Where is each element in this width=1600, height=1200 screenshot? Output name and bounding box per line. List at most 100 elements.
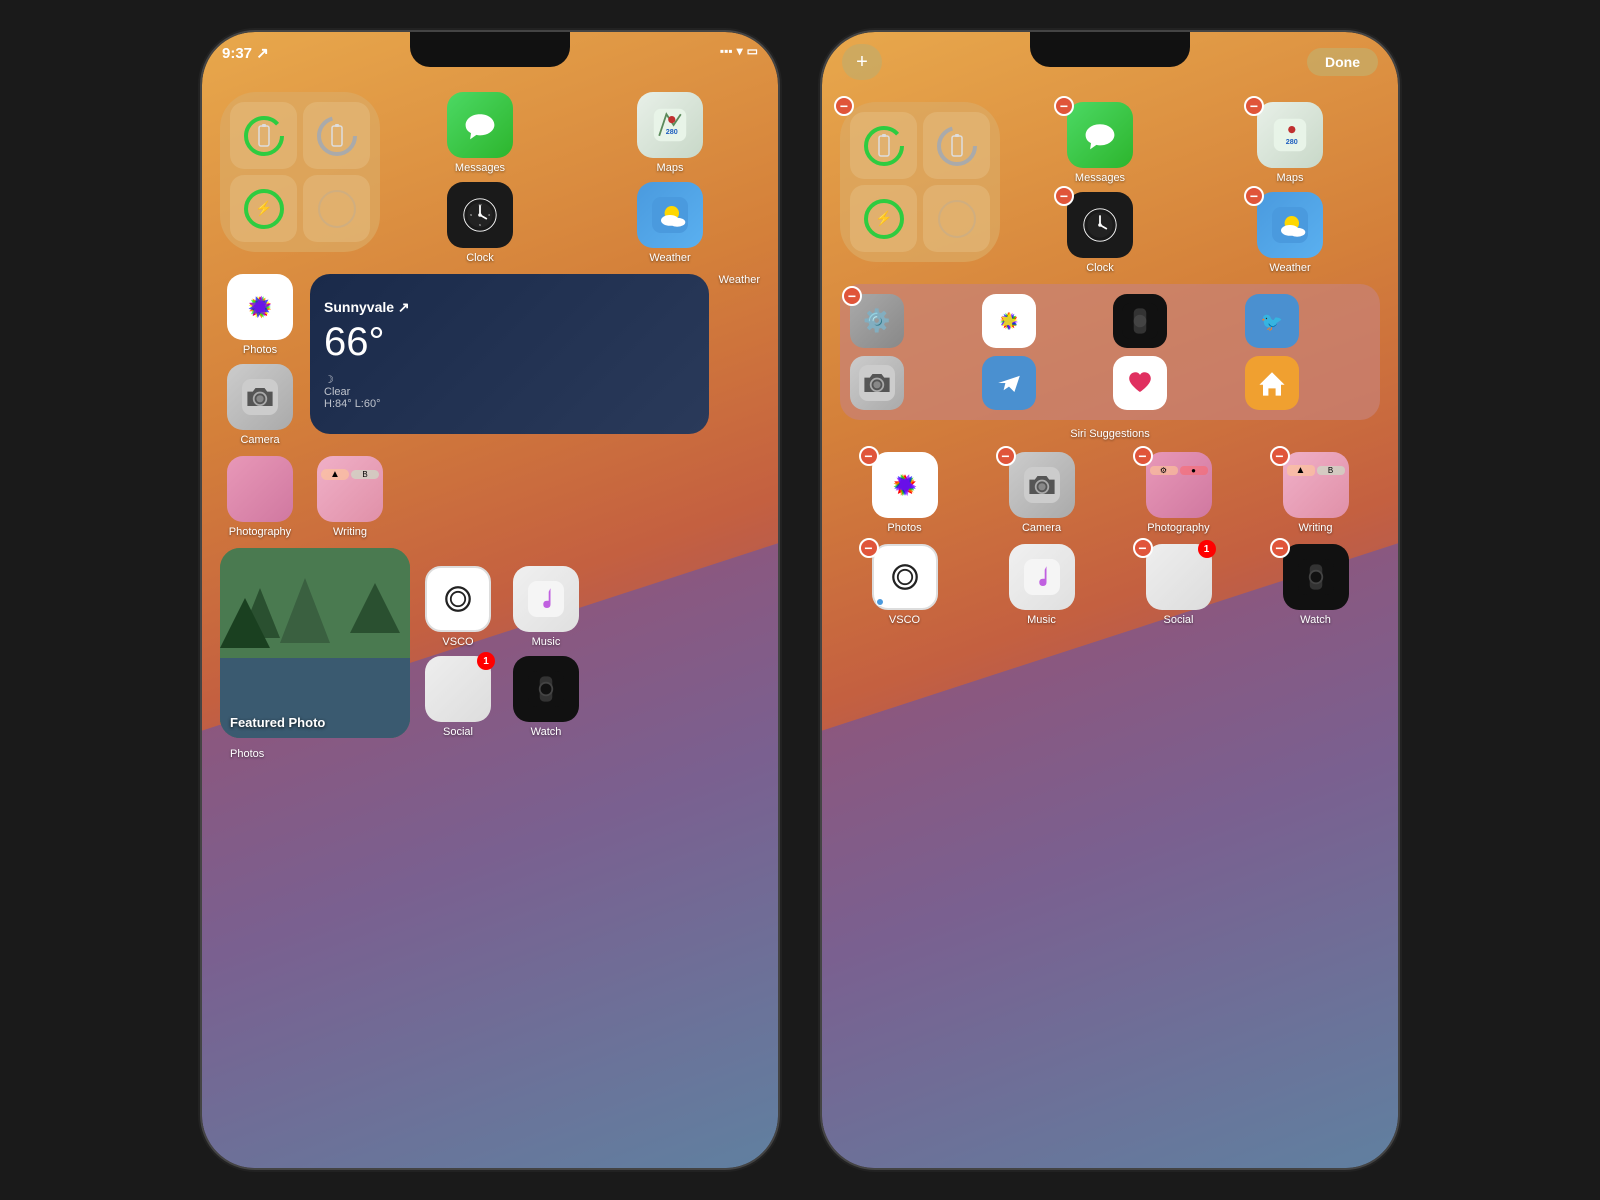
svg-text:⚡: ⚡ — [875, 210, 892, 227]
messages-icon-edit — [1067, 102, 1133, 168]
svg-text:12: 12 — [479, 203, 482, 207]
music-app[interactable]: Music — [506, 566, 586, 648]
maps-minus-button[interactable]: − — [1244, 96, 1264, 116]
photos-app[interactable]: Photos — [220, 274, 300, 356]
batteries-widget[interactable]: ⚡ — [220, 92, 380, 252]
messages-app-edit[interactable]: − Messages — [1060, 102, 1140, 184]
clock-label: Clock — [466, 252, 494, 264]
watch-label-edit: Watch — [1300, 614, 1331, 626]
battery-cell-1 — [230, 102, 297, 169]
maps-app-edit[interactable]: − 280 Maps — [1250, 102, 1330, 184]
svg-text:280: 280 — [1286, 137, 1298, 146]
photos-app-edit[interactable]: − — [865, 452, 945, 534]
maps-app[interactable]: 280 Maps — [630, 92, 710, 174]
camera-label: Camera — [240, 434, 279, 446]
featured-photo-label: Featured Photo — [230, 715, 325, 730]
messages-label: Messages — [455, 162, 505, 174]
weather-temp: 66° — [324, 320, 695, 365]
vsco-app-edit[interactable]: − VSCO — [865, 544, 945, 626]
siri-suggestions-label: Siri Suggestions — [1070, 428, 1150, 440]
weather-widget-label: Weather — [719, 274, 760, 286]
messages-label-edit: Messages — [1075, 172, 1125, 184]
watch-app-edit[interactable]: − Watch — [1276, 544, 1356, 626]
batteries-minus-button[interactable]: − — [834, 96, 854, 116]
weather-hl: H:84° L:60° — [324, 398, 695, 410]
writing-app-edit[interactable]: − ▲ B Writing — [1276, 452, 1356, 534]
social-label-edit: Social — [1164, 614, 1194, 626]
weather-widget[interactable]: Sunnyvale ↗ 66° ☽ Clear H:84° L:60° — [310, 274, 709, 434]
watch-icon-edit — [1283, 544, 1349, 610]
social-app-edit[interactable]: − 1 Social — [1139, 544, 1219, 626]
status-time: 9:37 ↗ — [222, 44, 269, 62]
home-folder-app — [1245, 356, 1299, 410]
writing-folder-icon-edit: ▲ B — [1283, 452, 1349, 518]
weather-app-edit[interactable]: − Weather — [1250, 192, 1330, 274]
messages-minus-button[interactable]: − — [1054, 96, 1074, 116]
photography-app[interactable]: Photography — [220, 456, 300, 538]
nature-photo — [220, 548, 410, 738]
photos-icon — [227, 274, 293, 340]
vsco-label: VSCO — [442, 636, 473, 648]
watch-app[interactable]: Watch — [506, 656, 586, 738]
photos-label-edit: Photos — [887, 522, 921, 534]
watchface-folder-app — [1113, 294, 1167, 348]
social-app[interactable]: 1 Social — [418, 656, 498, 738]
telegram-folder-app — [982, 356, 1036, 410]
siri-minus-button[interactable]: − — [842, 286, 862, 306]
watch-minus-button[interactable]: − — [1270, 538, 1290, 558]
add-icon: + — [856, 51, 868, 74]
featured-photo-widget[interactable]: Featured Photo — [220, 548, 410, 738]
camera-app[interactable]: Camera — [220, 364, 300, 446]
camera-icon-edit — [1009, 452, 1075, 518]
weather-moon-icon: ☽ — [324, 373, 695, 386]
watch-icon — [513, 656, 579, 722]
photography-label: Photography — [229, 526, 291, 538]
messages-icon — [447, 92, 513, 158]
camera-app-edit[interactable]: − Camera — [1002, 452, 1082, 534]
twitter-folder-app: 🐦 — [1245, 294, 1299, 348]
music-label: Music — [532, 636, 561, 648]
battery-icon-status: ▭ — [747, 44, 758, 58]
writing-folder-icon: ▲ B — [317, 456, 383, 522]
vsco-minus-button[interactable]: − — [859, 538, 879, 558]
phone-edit: + Done − — [820, 30, 1400, 1170]
watch-label: Watch — [531, 726, 562, 738]
done-button[interactable]: Done — [1307, 48, 1378, 76]
svg-text:280: 280 — [666, 127, 678, 136]
battery-cell-edit-4 — [923, 185, 990, 252]
clock-minus-button[interactable]: − — [1054, 186, 1074, 206]
clock-app[interactable]: 12 3 6 9 Clock — [440, 182, 520, 264]
clock-label-edit: Clock — [1086, 262, 1114, 274]
vsco-app[interactable]: VSCO — [418, 566, 498, 648]
photos-minus-button[interactable]: − — [859, 446, 879, 466]
messages-app[interactable]: Messages — [440, 92, 520, 174]
add-widget-button[interactable]: + — [842, 44, 882, 80]
photography-folder-icon — [227, 456, 293, 522]
social-minus-button[interactable]: − — [1133, 538, 1153, 558]
siri-suggestions-folder[interactable]: − ⚙️ — [840, 284, 1380, 442]
social-badge: 1 — [477, 652, 495, 670]
maps-icon: 280 — [637, 92, 703, 158]
writing-app[interactable]: ▲ B Writing — [310, 456, 390, 538]
vsco-icon — [425, 566, 491, 632]
maps-icon-edit: 280 — [1257, 102, 1323, 168]
svg-text:⚡: ⚡ — [255, 200, 272, 217]
camera-label-edit: Camera — [1022, 522, 1061, 534]
camera-minus-button[interactable]: − — [996, 446, 1016, 466]
photography-minus-button[interactable]: − — [1133, 446, 1153, 466]
photography-app-edit[interactable]: − ⚙ ● Photography — [1139, 452, 1219, 534]
writing-minus-button[interactable]: − — [1270, 446, 1290, 466]
health-folder-app — [1113, 356, 1167, 410]
music-icon — [513, 566, 579, 632]
notch — [410, 32, 570, 67]
social-folder-icon-edit: 1 — [1146, 544, 1212, 610]
weather-app-icon[interactable]: Weather — [630, 182, 710, 264]
music-app-edit[interactable]: Music — [1002, 544, 1082, 626]
weather-icon-edit — [1257, 192, 1323, 258]
weather-minus-button[interactable]: − — [1244, 186, 1264, 206]
batteries-widget-edit[interactable]: − — [840, 102, 1000, 262]
photos-folder-app — [982, 294, 1036, 348]
clock-app-edit[interactable]: − Clock — [1060, 192, 1140, 274]
phone-normal: 9:37 ↗ ▪▪▪ ▾ ▭ — [200, 30, 780, 1170]
battery-cell-edit-1 — [850, 112, 917, 179]
